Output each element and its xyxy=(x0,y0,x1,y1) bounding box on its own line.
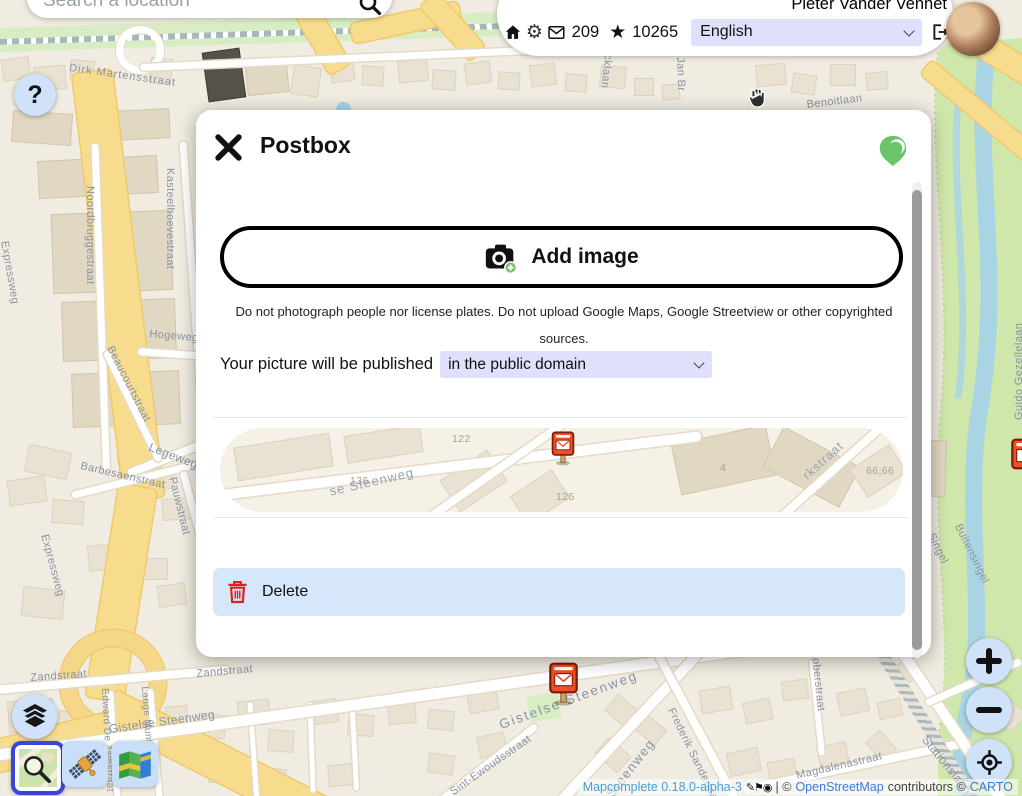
search-icon[interactable] xyxy=(358,0,382,16)
dialog-title: Postbox xyxy=(260,132,351,159)
star-icon: ★ xyxy=(609,21,626,44)
divider xyxy=(214,517,908,518)
satellite-icon xyxy=(66,745,104,783)
street-label: Noordbruggestraat xyxy=(84,186,96,285)
license-select[interactable]: in the public domain xyxy=(440,351,712,378)
postbox-marker[interactable] xyxy=(547,661,580,706)
changeset-count[interactable]: 10265 xyxy=(632,23,678,42)
street-label: Expressweg xyxy=(0,240,21,305)
background-osm-button[interactable] xyxy=(11,741,65,795)
language-selected: English xyxy=(700,23,752,41)
add-image-button[interactable]: Add image xyxy=(220,226,903,288)
folded-map-icon xyxy=(116,745,154,783)
osm-link[interactable]: OpenStreetMap xyxy=(795,780,883,794)
mapcomplete-version-link[interactable]: Mapcomplete 0.18.0-alpha-3 xyxy=(583,780,742,794)
housenumber-label: 66;66 xyxy=(866,465,894,477)
publish-label: Your picture will be published xyxy=(220,355,433,374)
street-label: Kasteelhoevestraat xyxy=(164,168,176,269)
street-label: Guido Gezellelaan xyxy=(1013,323,1022,420)
zoom-in-button[interactable] xyxy=(966,638,1012,684)
mail-icon[interactable] xyxy=(548,25,565,40)
hand-cursor xyxy=(746,84,772,110)
chevron-down-icon xyxy=(693,357,704,368)
layers-button[interactable] xyxy=(12,694,57,739)
layers-icon xyxy=(22,704,48,729)
close-icon[interactable] xyxy=(214,133,243,162)
message-count[interactable]: 209 xyxy=(572,23,600,42)
chevron-down-icon xyxy=(904,25,915,36)
crosshair-icon xyxy=(976,749,1003,776)
housenumber-label: 125 xyxy=(556,491,575,503)
attribution-bar: Mapcomplete 0.18.0-alpha-3 ✎⚑◉ | © OpenS… xyxy=(578,779,1018,795)
street-label: toberstraat xyxy=(809,654,827,712)
minus-icon xyxy=(976,697,1002,723)
postbox-minimap-marker xyxy=(550,430,576,466)
mapcomplete-logo-icon xyxy=(876,134,910,168)
search-input[interactable]: Search a location xyxy=(43,0,190,12)
image-license-note: Do not photograph people nor license pla… xyxy=(224,298,904,352)
trash-icon xyxy=(227,580,248,604)
add-image-label: Add image xyxy=(531,245,638,269)
housenumber-label: 4 xyxy=(720,462,726,474)
publish-row: Your picture will be published in the pu… xyxy=(220,351,712,378)
plus-icon xyxy=(976,648,1002,674)
help-button[interactable]: ? xyxy=(14,74,56,116)
delete-label: Delete xyxy=(262,583,308,601)
delete-button[interactable]: Delete xyxy=(213,568,905,616)
housenumber-label: 122 xyxy=(452,433,471,445)
attribution-icons: ✎⚑◉ xyxy=(746,781,772,794)
street-label: Jan Br xyxy=(674,57,687,92)
street-label: Zandstraat xyxy=(196,663,253,680)
license-selected: in the public domain xyxy=(448,356,586,374)
language-select[interactable]: English xyxy=(691,19,922,46)
username[interactable]: Pieter Vander Vennet xyxy=(791,0,947,14)
gear-icon[interactable]: ⚙ xyxy=(526,24,543,41)
attribution-contributors: contributors © xyxy=(888,780,966,794)
user-avatar[interactable] xyxy=(946,2,1000,56)
scrollbar-thumb[interactable] xyxy=(912,190,922,650)
attribution-separator: | © xyxy=(776,780,792,794)
dialog-minimap[interactable]: 122 136 se Steenweg 125 4 rkstraat 66;66 xyxy=(220,428,903,512)
background-map-button[interactable] xyxy=(112,741,158,787)
osm-map-icon xyxy=(19,749,57,787)
camera-plus-icon xyxy=(484,241,517,274)
postbox-dialog: Postbox Add image Do not photograph peop… xyxy=(196,110,931,657)
background-aerial-button[interactable] xyxy=(62,741,108,787)
postbox-marker-partial[interactable] xyxy=(1009,437,1022,482)
search-bar[interactable]: Search a location xyxy=(27,0,392,18)
user-panel: Pieter Vander Vennet ⚙ 209 ★ 10265 Engli… xyxy=(497,0,953,56)
carto-link[interactable]: CARTO xyxy=(970,780,1013,794)
divider xyxy=(214,417,908,418)
street-label: se Steenweg xyxy=(328,465,415,499)
zoom-out-button[interactable] xyxy=(966,687,1012,733)
home-icon[interactable] xyxy=(505,24,521,41)
help-label: ? xyxy=(27,81,42,110)
